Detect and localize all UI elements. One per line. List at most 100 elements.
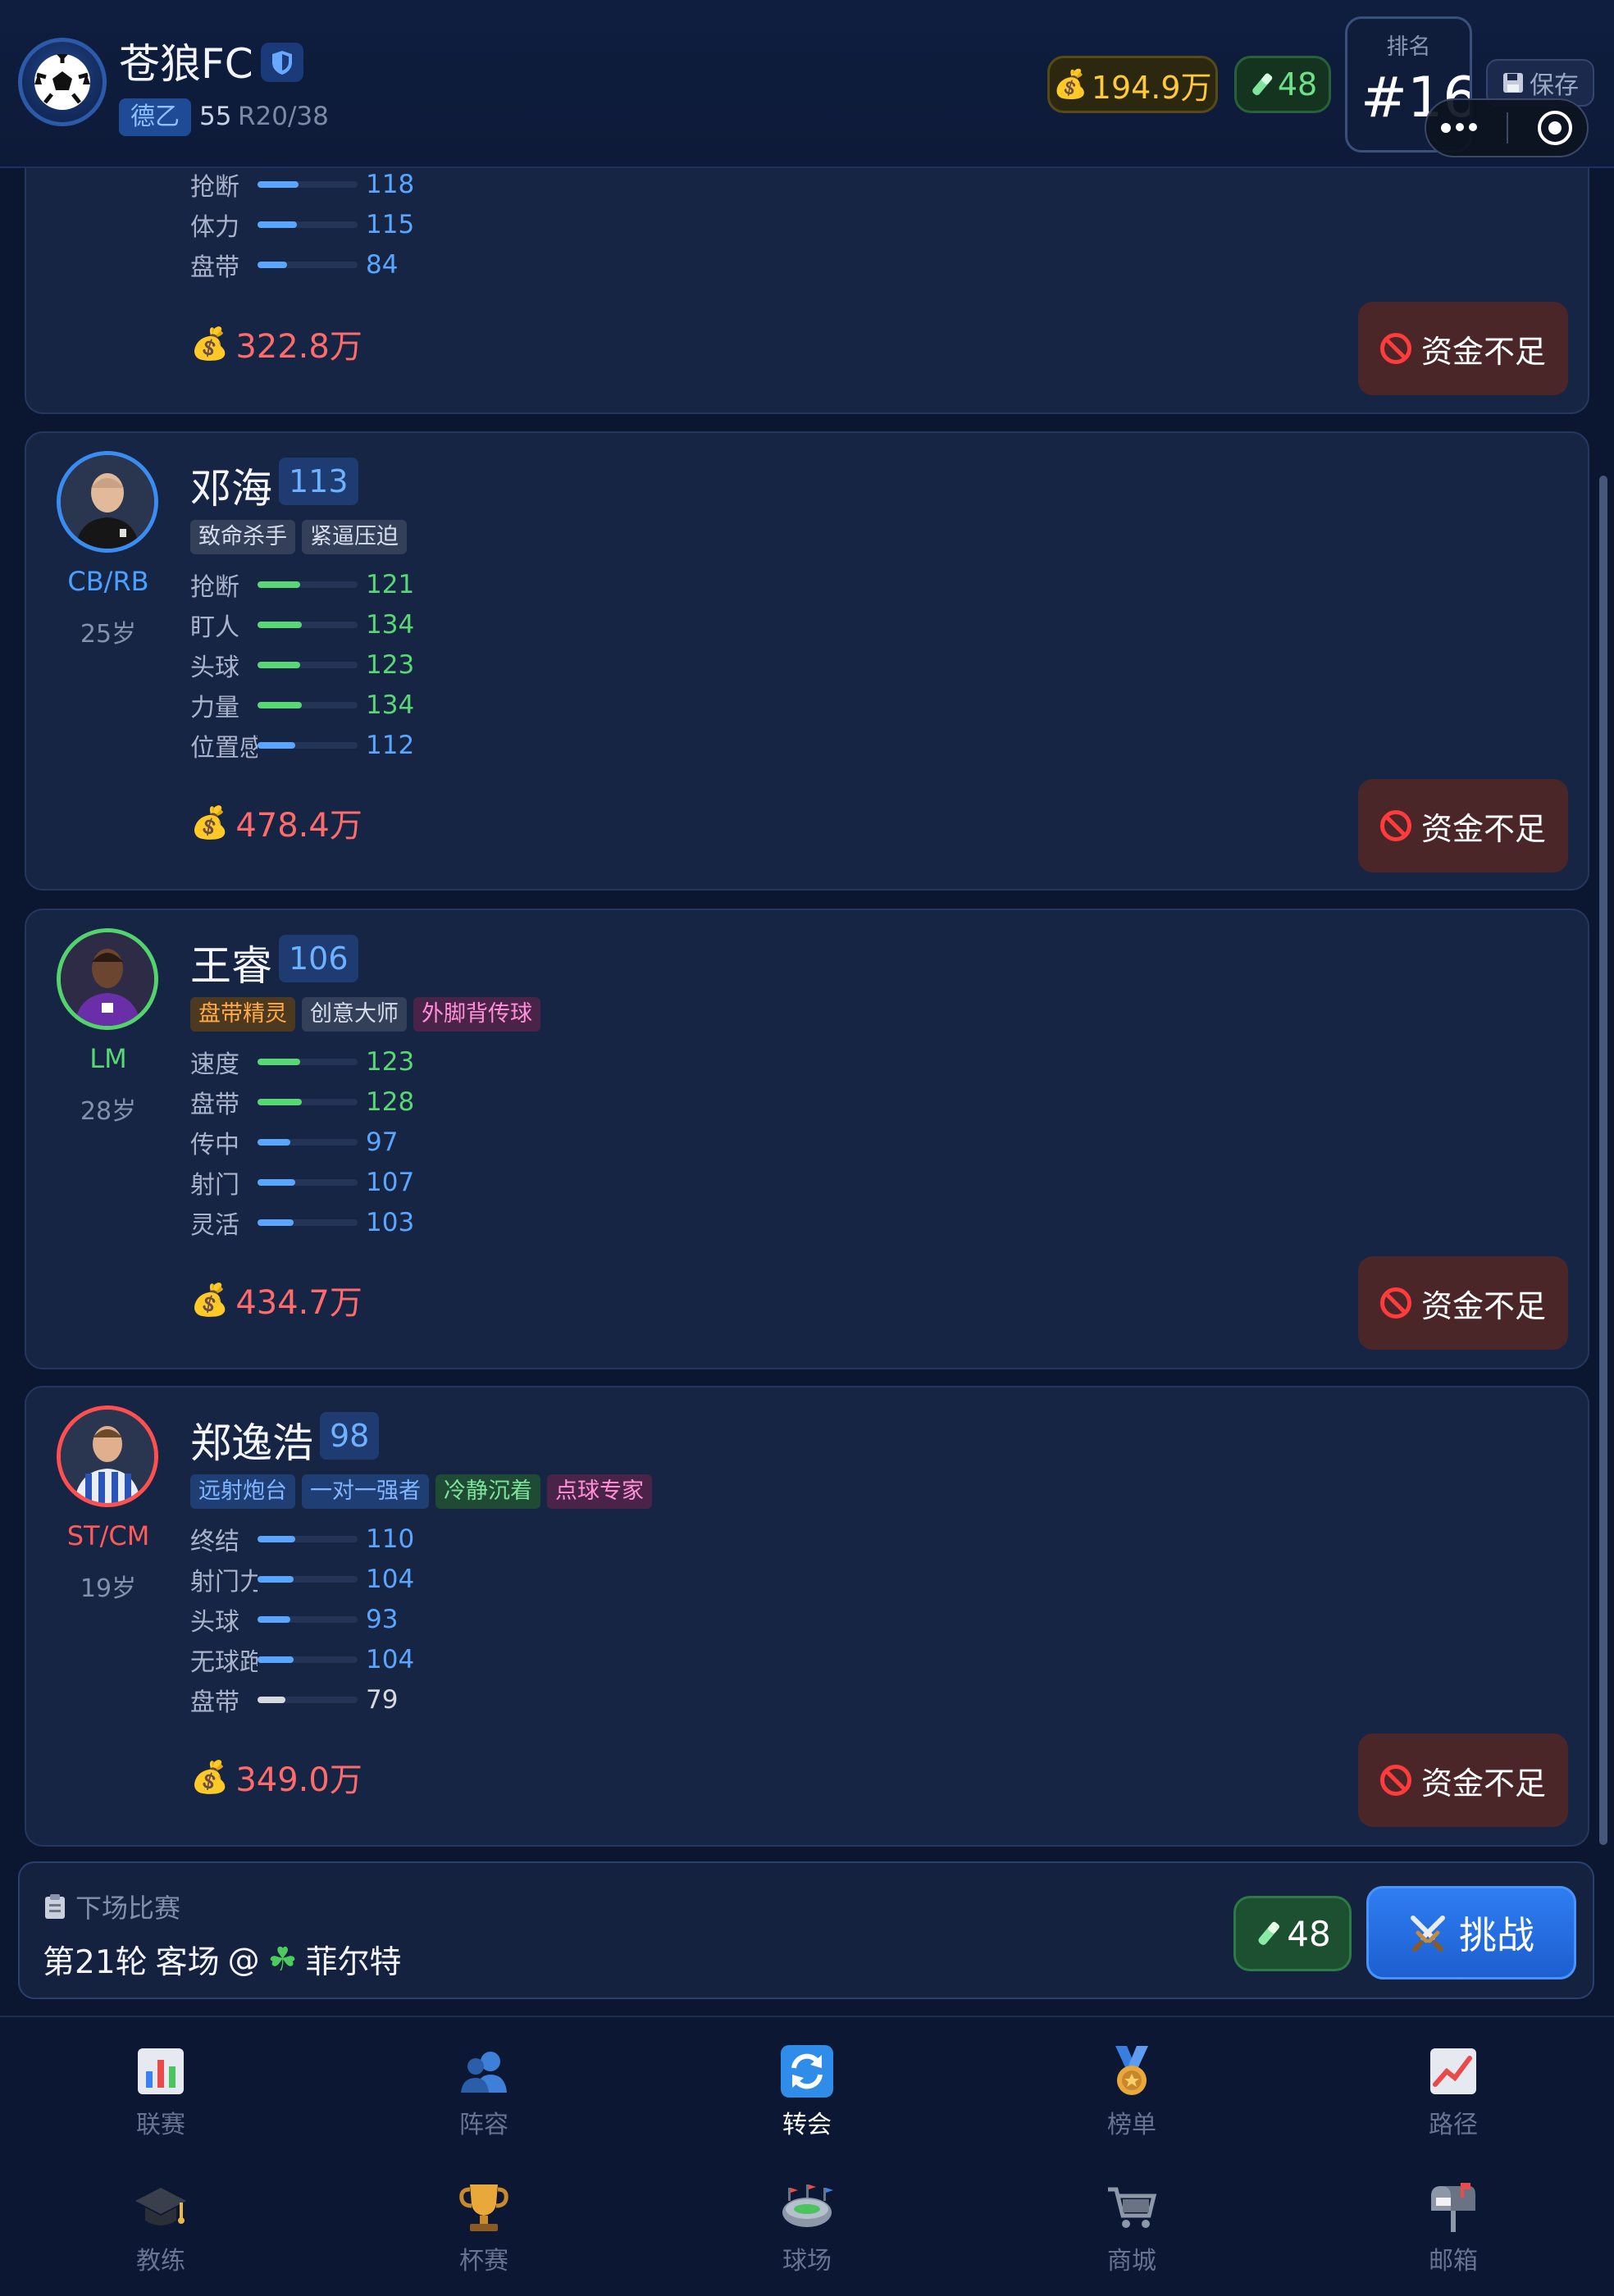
stat-list: 速度 123 盘带 128 传中 97 射门 107 灵活 103 — [190, 1041, 414, 1243]
overall-rating: 98 — [320, 1412, 380, 1460]
energy-balance[interactable]: 48 — [1234, 56, 1331, 113]
stat-name: 射门力量 — [190, 1567, 258, 1597]
next-match-heading: 下场比赛 — [43, 1888, 180, 1925]
trait-tags: 远射炮台 一对一强者 冷静沉着 点球专家 — [190, 1474, 652, 1509]
stat-bar — [258, 1138, 358, 1146]
stat-value: 104 — [366, 1564, 415, 1594]
next-match-label: 下场比赛 — [75, 1893, 181, 1924]
stat-bar — [258, 261, 358, 268]
close-target-icon[interactable] — [1538, 111, 1572, 145]
stat-value: 128 — [366, 1086, 415, 1117]
graduation-cap-icon — [79, 2178, 243, 2237]
stat-row: 传中 97 — [190, 1122, 414, 1162]
trait-tag: 冷静沉着 — [435, 1474, 540, 1509]
player-card: ST/CM 19岁 郑逸浩 98 远射炮台 一对一强者 冷静沉着 点球专家 终结… — [25, 1386, 1589, 1847]
player-age: 28岁 — [80, 1097, 137, 1126]
stat-bar — [258, 742, 358, 749]
stat-value: 104 — [366, 1645, 415, 1675]
stat-bar — [258, 1615, 358, 1623]
stat-value: 93 — [366, 1604, 399, 1634]
stat-name: 抢断 — [190, 172, 239, 202]
stat-row: 抢断 121 — [190, 564, 414, 604]
scrollbar[interactable] — [1599, 476, 1607, 1845]
stat-value: 134 — [366, 690, 415, 721]
nav-item-stadium[interactable]: 球场 — [725, 2178, 889, 2276]
stat-value: 123 — [366, 1046, 415, 1077]
stat-list: 抢断 121 盯人 134 头球 123 力量 134 位置感 112 — [190, 564, 414, 766]
insufficient-funds-button[interactable]: 资金不足 — [1358, 1256, 1568, 1350]
overall-rating: 106 — [279, 935, 358, 982]
stat-row: 无球跑动 104 — [190, 1640, 414, 1680]
stat-name: 灵活 — [190, 1211, 239, 1241]
energy-value: 48 — [1277, 66, 1318, 102]
stat-name: 终结 — [190, 1527, 239, 1556]
nav-label: 邮箱 — [1429, 2247, 1478, 2276]
stat-list: 抢断 118 体力 115 盘带 84 — [190, 164, 414, 285]
trait-tag: 点球专家 — [547, 1474, 652, 1509]
stat-bar — [258, 1575, 358, 1583]
money-balance[interactable]: 💰 194.9万 — [1047, 56, 1218, 113]
stat-name: 无球跑动 — [190, 1648, 258, 1678]
player-position: LM — [26, 1043, 190, 1074]
nav-item-coach[interactable]: 教练 — [79, 2178, 243, 2276]
nav-label: 阵容 — [459, 2111, 508, 2139]
insufficient-funds-button[interactable]: 资金不足 — [1358, 779, 1568, 872]
insufficient-funds-button[interactable]: 资金不足 — [1358, 1733, 1568, 1827]
stat-bar — [258, 1219, 358, 1227]
stat-row: 盘带 84 — [190, 244, 414, 285]
nav-item-rankings[interactable]: 榜单 — [1050, 2042, 1214, 2140]
player-age: 19岁 — [80, 1574, 137, 1603]
position-text: LM — [89, 1043, 127, 1074]
player-avatar[interactable] — [57, 1405, 158, 1507]
stat-bar — [258, 581, 358, 588]
stat-name: 位置感 — [190, 734, 258, 763]
money-bag-icon: 💰 — [190, 1758, 230, 1795]
player-price: 💰 349.0万 — [190, 1753, 362, 1801]
nav-item-cup[interactable]: 杯赛 — [402, 2178, 566, 2276]
trait-tag: 远射炮台 — [190, 1474, 295, 1509]
player-avatar[interactable] — [57, 451, 158, 553]
mailbox-icon — [1371, 2178, 1535, 2237]
stat-bar — [258, 1179, 358, 1187]
soccer-ball-icon — [34, 54, 90, 110]
position-text: CB/RB — [67, 566, 149, 597]
nav-item-transfer[interactable]: 转会 — [725, 2042, 889, 2140]
stat-row: 盘带 128 — [190, 1082, 414, 1122]
player-name: 王睿 — [190, 942, 272, 990]
money-value: 194.9万 — [1091, 69, 1212, 106]
button-label: 资金不足 — [1420, 1765, 1546, 1802]
stat-bar — [258, 1098, 358, 1105]
nav-item-squad[interactable]: 阵容 — [402, 2042, 566, 2140]
more-icon[interactable] — [1441, 123, 1477, 133]
overall-rating: 113 — [279, 458, 358, 505]
next-match-panel: 下场比赛 第21轮 客场 @ ☘ 菲尔特 48 挑战 — [18, 1861, 1594, 1999]
stat-value: 79 — [366, 1685, 399, 1715]
match-at: @ — [227, 1941, 260, 1979]
stat-name: 盘带 — [190, 253, 239, 282]
stat-row: 射门 107 — [190, 1163, 414, 1203]
capsule-divider — [1507, 112, 1508, 144]
challenge-button[interactable]: 挑战 — [1366, 1886, 1576, 1979]
nav-item-mailbox[interactable]: 邮箱 — [1371, 2178, 1535, 2276]
energy-cost-value: 48 — [1287, 1913, 1331, 1954]
clover-icon: ☘ — [267, 1941, 298, 1979]
price-value: 434.7万 — [235, 1284, 362, 1322]
match-round: 第21轮 — [43, 1944, 148, 1981]
club-logo[interactable] — [18, 38, 107, 126]
club-name: 苍狼FC — [119, 40, 253, 88]
users-icon — [402, 2042, 566, 2101]
player-card: CB/RB 25岁 邓海 113 致命杀手 紧逼压迫 抢断 121 盯人 134… — [25, 431, 1589, 891]
money-bag-icon: 💰 — [1053, 68, 1088, 101]
insufficient-funds-button[interactable]: 资金不足 — [1358, 302, 1568, 395]
nav-item-league[interactable]: 联赛 — [79, 2042, 243, 2140]
player-avatar[interactable] — [57, 928, 158, 1030]
nav-item-path[interactable]: 路径 — [1371, 2042, 1535, 2140]
stat-name: 抢断 — [190, 572, 239, 602]
nav-label: 联赛 — [136, 2111, 185, 2139]
mini-program-capsule — [1425, 98, 1589, 157]
stat-row: 抢断 118 — [190, 164, 414, 204]
trend-icon — [1371, 2042, 1535, 2101]
stat-value: 110 — [366, 1524, 415, 1554]
nav-item-shop[interactable]: 商城 — [1050, 2178, 1214, 2276]
player-price: 💰 478.4万 — [190, 799, 362, 846]
